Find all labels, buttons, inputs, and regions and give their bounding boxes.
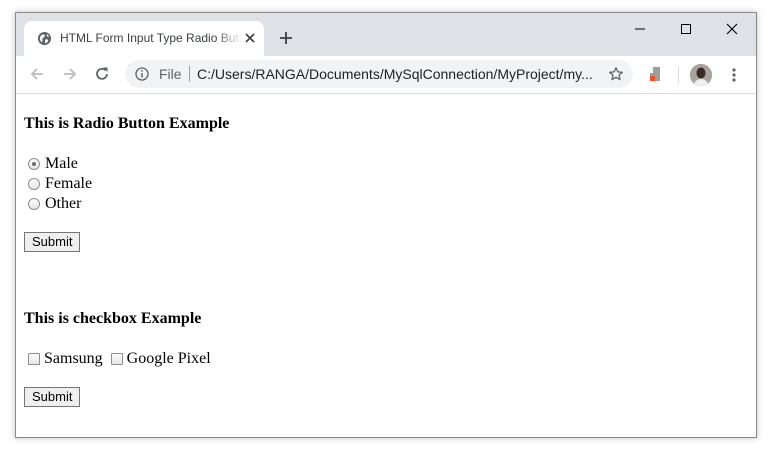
more-menu-icon[interactable] <box>728 66 740 84</box>
toolbar-divider <box>678 66 679 84</box>
title-bar: HTML Form Input Type Radio Button <box>16 13 756 56</box>
checkbox-row: Samsung Google Pixel <box>24 350 211 368</box>
radio-option-other[interactable]: Other <box>24 195 81 213</box>
address-bar[interactable]: File C:/Users/RANGA/Documents/MySqlConne… <box>125 60 633 88</box>
checkbox-submit-button[interactable]: Submit <box>24 387 81 407</box>
radio-option-male[interactable]: Male <box>24 155 78 173</box>
back-icon[interactable] <box>28 65 46 83</box>
browser-tab[interactable]: HTML Form Input Type Radio Button <box>24 21 264 56</box>
star-icon[interactable] <box>608 66 624 82</box>
checkbox-google-pixel[interactable] <box>110 353 123 365</box>
forward-icon[interactable] <box>61 65 79 83</box>
browser-window: HTML Form Input Type Radio Button File C… <box>15 12 757 438</box>
radio-heading: This is Radio Button Example <box>24 115 230 132</box>
minimize-icon[interactable] <box>630 21 650 37</box>
profile-picture <box>690 64 712 86</box>
omnibox-divider <box>189 66 190 82</box>
maximize-icon[interactable] <box>676 21 696 37</box>
radio-option-female[interactable]: Female <box>24 175 92 193</box>
window-close-icon[interactable] <box>722 21 742 37</box>
checkbox-label-google-pixel: Google Pixel <box>126 350 211 367</box>
scheme-label: File <box>159 66 182 82</box>
radio-label-other: Other <box>45 195 82 212</box>
radio-label-female: Female <box>45 175 93 192</box>
page-content: This is Radio Button Example Male Female… <box>16 94 756 437</box>
radio-button-female[interactable] <box>28 178 40 190</box>
tab-title: HTML Form Input Type Radio Button <box>60 31 242 45</box>
avatar[interactable] <box>690 64 712 86</box>
radio-submit-button[interactable]: Submit <box>24 232 81 252</box>
extension-icon[interactable] <box>647 66 663 82</box>
close-icon[interactable] <box>243 31 257 45</box>
toolbar: File C:/Users/RANGA/Documents/MySqlConne… <box>16 56 756 94</box>
plus-icon[interactable] <box>278 30 294 46</box>
globe-icon <box>37 31 52 46</box>
radio-button-male[interactable] <box>28 158 40 170</box>
radio-button-other[interactable] <box>28 198 40 210</box>
checkbox-samsung[interactable] <box>28 353 40 365</box>
checkbox-label-samsung: Samsung <box>44 350 103 367</box>
info-icon[interactable] <box>135 67 149 81</box>
reload-icon[interactable] <box>93 65 111 83</box>
url-text[interactable]: C:/Users/RANGA/Documents/MySqlConnection… <box>197 66 597 82</box>
checkbox-heading: This is checkbox Example <box>24 310 202 327</box>
radio-label-male: Male <box>45 155 78 172</box>
